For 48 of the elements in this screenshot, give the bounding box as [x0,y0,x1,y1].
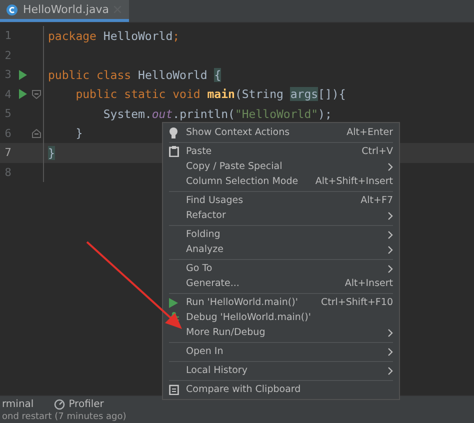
menu-item[interactable]: Refactor [163,208,399,223]
line-number: 2 [4,48,12,62]
code-line: } [74,126,83,140]
tool-window-button[interactable]: rminal [0,398,36,410]
status-text: ond restart (7 minutes ago) [2,412,126,422]
line-number: 3 [4,68,12,82]
fold-icon[interactable] [32,128,41,138]
clipboard-icon [169,146,179,157]
file-tab[interactable]: HelloWorld.java [0,0,129,22]
menu-item[interactable]: Column Selection Mode Alt+Shift+Insert [163,174,399,189]
menu-item[interactable]: Go To [163,261,399,276]
compare-icon [169,384,179,395]
menu-item[interactable]: Open In [163,344,399,359]
menu-item[interactable]: Compare with Clipboard [163,382,399,397]
menu-item[interactable]: Copy / Paste Special [163,159,399,174]
menu-item[interactable]: Generate... Alt+Insert [163,276,399,291]
run-icon[interactable] [19,70,27,80]
chevron-right-icon [388,264,393,272]
menu-item[interactable]: Find Usages Alt+F7 [163,193,399,208]
chevron-right-icon [388,366,393,374]
tool-window-button[interactable]: Profiler [52,398,106,410]
menu-item[interactable]: Paste Ctrl+V [163,144,399,159]
line-number: 5 [4,107,12,120]
code-line: public static void main(String args[]){ [74,87,346,102]
code-line: System.out.println("HelloWorld"); [102,106,332,121]
menu-item[interactable]: Show Context Actions Alt+Enter [163,125,399,140]
line-number: 1 [4,29,12,42]
fold-icon[interactable] [32,90,41,99]
class-file-icon [6,4,18,16]
chevron-right-icon [388,348,393,356]
code-line: public class HelloWorld { [47,68,222,82]
chevron-right-icon [388,328,393,336]
menu-item[interactable]: More Run/Debug [163,325,399,340]
line-number: 4 [4,88,12,101]
run-icon [169,298,178,308]
chevron-right-icon [388,162,393,170]
menu-item[interactable]: Run 'HelloWorld.main()' Ctrl+Shift+F10 [163,295,399,310]
run-icon[interactable] [19,89,27,100]
code-line: package HelloWorld; [47,28,180,43]
line-number: 6 [4,126,12,140]
menu-item[interactable]: Local History [163,363,399,378]
chevron-right-icon [388,212,393,220]
gauge-icon [54,398,65,410]
menu-item[interactable]: Analyze [163,242,399,257]
line-number: 7 [4,146,12,160]
line-number: 8 [4,166,12,179]
menu-item[interactable]: Folding [163,227,399,242]
lightbulb-icon [169,126,178,138]
